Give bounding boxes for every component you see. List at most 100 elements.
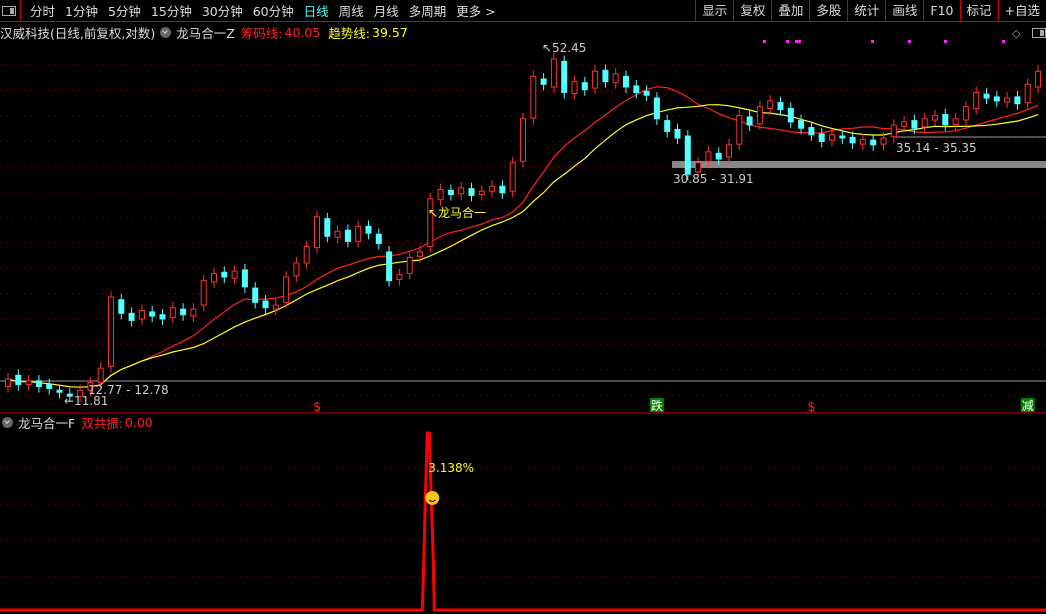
candle-body <box>1024 83 1031 104</box>
high-label: ↖52.45 <box>542 41 586 55</box>
candle-body <box>962 106 969 121</box>
candlestick-chart[interactable]: ↖52.45←11.8112.77 - 12.7830.85 - 31.9135… <box>0 0 1046 614</box>
candle-body <box>231 270 238 279</box>
dollar-signal: $ <box>313 400 321 415</box>
candle-body <box>633 85 640 93</box>
candle-body <box>180 308 187 316</box>
candle-body <box>1035 70 1041 88</box>
candle-body <box>262 300 269 309</box>
sub-indicator-name[interactable]: 龙马合一F <box>18 413 75 432</box>
candle-body <box>643 90 650 96</box>
signal-dot <box>795 40 798 43</box>
candle-body <box>108 296 114 367</box>
candle-body <box>97 367 104 384</box>
resonance-value: 0.00 <box>124 414 153 430</box>
candle-body <box>190 308 197 317</box>
signal-dot <box>871 40 874 43</box>
candle-body <box>674 129 681 139</box>
candle-body <box>272 304 279 310</box>
candle-body <box>612 73 619 84</box>
candle-body <box>592 70 599 89</box>
candle-body <box>746 116 753 126</box>
candle-body <box>520 118 526 162</box>
candle-body <box>932 115 938 121</box>
candle-body <box>870 139 877 146</box>
candle-body <box>664 120 671 132</box>
candle-body <box>890 124 897 138</box>
candle-body <box>314 216 320 249</box>
candle-body <box>169 307 176 319</box>
candle-body <box>530 75 537 119</box>
signal-dot <box>786 40 789 43</box>
candle-body <box>499 185 506 194</box>
candle-body <box>901 121 908 127</box>
candle-body <box>303 246 310 264</box>
signal-box-label: 跌 <box>651 398 663 413</box>
candle-body <box>468 188 475 196</box>
sub-chart-info: 龙马合一F 双共振: 0.00 <box>0 413 153 432</box>
candle-body <box>983 93 990 99</box>
candle-body <box>5 378 11 387</box>
candle-body <box>283 276 290 303</box>
candle-body <box>458 187 465 195</box>
candle-body <box>138 310 145 320</box>
range-band <box>672 161 1046 168</box>
candle-body <box>159 314 166 320</box>
candle-body <box>684 135 691 175</box>
candle-body <box>15 374 22 386</box>
candle-body <box>46 384 53 389</box>
candle-body <box>396 274 403 280</box>
candle-body <box>715 152 722 160</box>
candle-body <box>509 162 516 192</box>
smiley-icon <box>425 491 440 505</box>
signal-dot <box>798 40 801 43</box>
candle-body <box>1014 96 1021 105</box>
candle-body <box>540 78 547 85</box>
candle-body <box>211 272 217 283</box>
candle-body <box>118 299 125 314</box>
candle-body <box>849 136 856 144</box>
candle-body <box>952 118 959 125</box>
range-label: 12.77 - 12.78 <box>88 383 169 397</box>
candle-body <box>695 162 702 173</box>
candle-body <box>1004 97 1011 103</box>
candle-body <box>25 380 32 386</box>
candle-body <box>478 190 485 196</box>
candle-body <box>334 230 341 238</box>
signal-box-label: 减 <box>1022 399 1034 413</box>
dollar-signal: $ <box>807 400 815 415</box>
candle-body <box>355 225 362 242</box>
candle-body <box>406 256 413 274</box>
candle-body <box>561 60 568 93</box>
candle-body <box>56 389 63 393</box>
candle-body <box>623 75 629 88</box>
candle-body <box>149 311 156 317</box>
candle-body <box>653 97 660 120</box>
candle-body <box>489 185 496 192</box>
candle-body <box>571 81 578 95</box>
candle-body <box>293 262 300 277</box>
candle-body <box>324 218 331 237</box>
candle-body <box>386 251 393 282</box>
signal-dot <box>763 40 766 43</box>
candle-body <box>787 107 794 123</box>
candle-body <box>200 280 207 306</box>
signal-label: ↖龙马合一 <box>428 205 486 220</box>
candle-body <box>437 188 444 201</box>
candle-body <box>252 287 259 303</box>
candle-body <box>880 137 887 145</box>
indicator-dropdown-icon[interactable] <box>2 416 13 428</box>
range-label: 35.14 - 35.35 <box>896 141 977 155</box>
resonance-label: 双共振: <box>81 415 123 431</box>
candle-body <box>756 106 763 125</box>
signal-dot <box>944 40 947 43</box>
candle-body <box>365 225 372 234</box>
signal-dot <box>1002 40 1005 43</box>
candle-body <box>241 269 248 288</box>
candle-body <box>726 144 732 158</box>
candle-body <box>859 138 866 145</box>
candle-body <box>550 58 557 88</box>
candle-body <box>829 134 835 141</box>
candle-body <box>736 115 743 145</box>
candle-body <box>375 233 382 244</box>
